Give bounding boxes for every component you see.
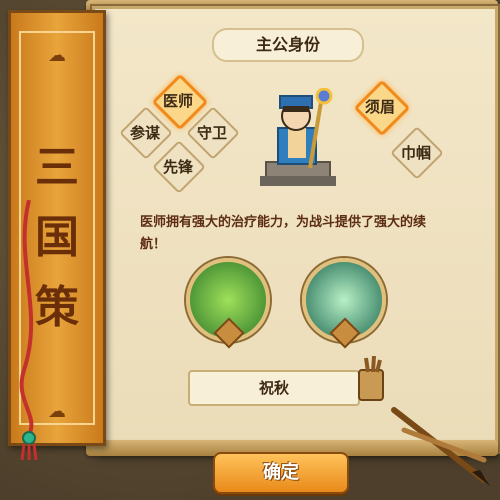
skill-healing-icon[interactable] <box>186 258 270 349</box>
role-vanguard[interactable]: 先锋 <box>152 140 206 194</box>
page-title: 主公身份 <box>212 28 364 62</box>
gender-male-label: 须眉 <box>364 98 395 116</box>
cloud-ornament-icon: ☁ <box>48 401 66 422</box>
title-char: 三 <box>35 142 79 193</box>
skill-leaf-icon[interactable] <box>302 258 386 349</box>
role-strategist-label: 参谋 <box>129 124 160 142</box>
confirm-button[interactable]: 确定 <box>213 452 349 494</box>
role-guard-label: 守卫 <box>196 124 227 142</box>
gender-female-label: 巾帼 <box>400 144 431 162</box>
role-vanguard-label: 先锋 <box>162 158 193 176</box>
random-name-dice-icon[interactable] <box>356 356 386 402</box>
brush-icon <box>391 407 490 486</box>
cloud-ornament-icon: ☁ <box>48 45 66 66</box>
gender-female[interactable]: 巾帼 <box>390 126 444 180</box>
player-name-field[interactable]: 祝秋 <box>188 370 360 406</box>
role-description: 医师拥有强大的治疗能力，为战斗提供了强大的续航！ <box>140 215 427 252</box>
tassel-icon <box>19 200 38 460</box>
gender-male[interactable]: 须眉 <box>353 79 411 137</box>
character-avatar <box>260 88 336 186</box>
